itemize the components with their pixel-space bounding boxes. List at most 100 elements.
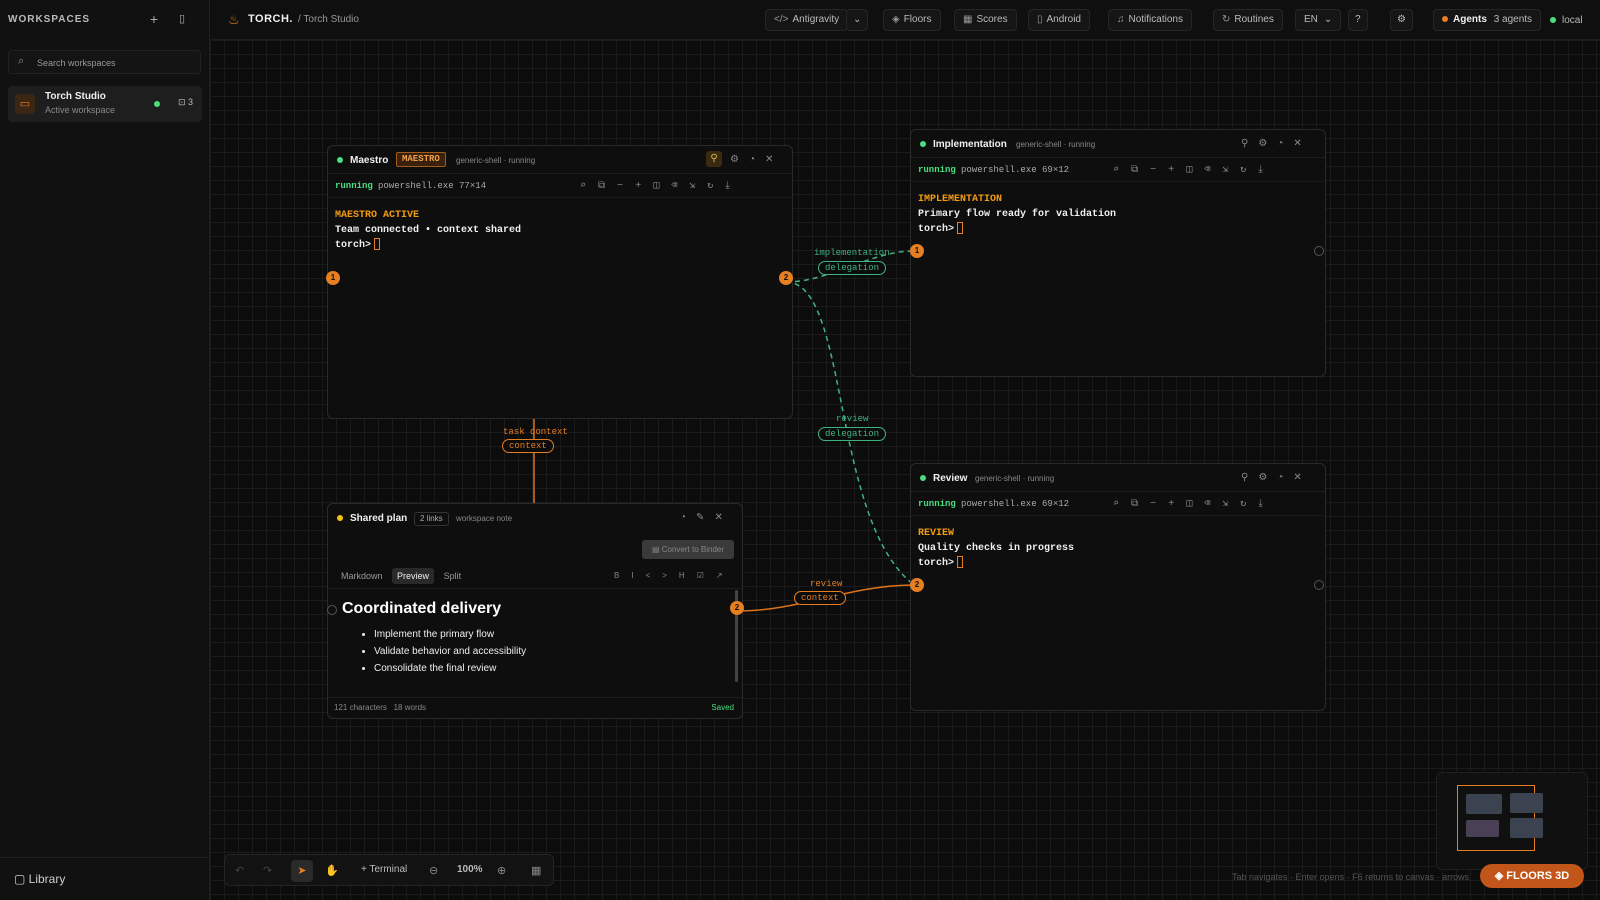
implementation-terminal-panel[interactable]: Implementation generic-shell · running ⚲… [910, 129, 1326, 377]
notifications-button[interactable]: ♫ Notifications [1108, 9, 1192, 31]
scores-button[interactable]: ▦ Scores [954, 9, 1017, 31]
help-button[interactable]: ? [1348, 9, 1368, 31]
review-terminal-panel[interactable]: Review generic-shell · running ⚲⚙◔✕ runn… [910, 463, 1326, 711]
copy-icon[interactable]: ⧉ [1131, 499, 1150, 510]
zoom-out-icon[interactable]: ⊖ [429, 864, 438, 877]
select-tool-icon[interactable]: ➤ [291, 860, 313, 882]
antigravity-dropdown-button[interactable]: ⌄ [846, 9, 869, 31]
link-button[interactable]: ↗ [716, 571, 735, 580]
link-pill-context[interactable]: context [502, 439, 554, 453]
split-icon[interactable]: ◫ [653, 181, 671, 192]
download-icon[interactable]: ⤓ [1258, 499, 1274, 510]
settings-button[interactable]: ⚙ [1390, 9, 1413, 31]
grid-icon[interactable]: ▦ [531, 864, 541, 877]
routines-button[interactable]: ↻ Routines [1213, 9, 1283, 31]
new-terminal-button[interactable]: + Terminal [361, 864, 407, 875]
workspace-search-input[interactable]: ⌕ Search workspaces [8, 50, 201, 74]
note-input-port[interactable] [327, 605, 337, 615]
panel-header[interactable]: Implementation generic-shell · running ⚲… [911, 130, 1325, 158]
pin-icon[interactable]: ⚲ [1241, 138, 1258, 149]
terminal-output[interactable]: MAESTRO ACTIVE Team connected • context … [335, 208, 521, 253]
undo-icon[interactable]: ↶ [235, 864, 244, 877]
palette-icon[interactable]: ◔ [1277, 138, 1293, 149]
zoom-in-icon[interactable]: + [635, 181, 653, 192]
maestro-port-2[interactable]: 2 [779, 271, 793, 285]
tab-split[interactable]: Split [439, 568, 467, 584]
android-button[interactable]: ▯ Android [1028, 9, 1090, 31]
zoom-out-icon[interactable]: − [617, 181, 635, 192]
convert-to-binder-button[interactable]: ▤ Convert to Binder [642, 540, 734, 559]
floors-3d-button[interactable]: ◈ FLOORS 3D [1480, 864, 1584, 888]
export-icon[interactable]: ⇲ [689, 181, 707, 192]
note-port-2[interactable]: 2 [730, 601, 744, 615]
hand-tool-icon[interactable]: ✋ [325, 864, 339, 877]
implementation-port-1[interactable]: 1 [910, 244, 924, 258]
close-icon[interactable]: ✕ [765, 154, 783, 165]
add-workspace-icon[interactable]: + [146, 11, 162, 27]
tab-markdown[interactable]: Markdown [336, 568, 388, 584]
zoom-out-icon[interactable]: − [1150, 499, 1168, 510]
link-pill-delegation[interactable]: delegation [818, 427, 887, 441]
copy-icon[interactable]: ⧉ [1131, 165, 1150, 176]
zoom-in-icon[interactable]: + [1168, 499, 1186, 510]
zoom-in-icon[interactable]: + [1168, 165, 1186, 176]
download-icon[interactable]: ⤓ [725, 181, 741, 192]
maestro-port-1[interactable]: 1 [326, 271, 340, 285]
edit-icon[interactable]: ✎ [696, 512, 714, 523]
trash-icon[interactable]: ⌫ [671, 181, 689, 192]
agents-button[interactable]: Agents 3 agents [1433, 9, 1542, 31]
panel-header[interactable]: Maestro MAESTRO generic-shell · running … [328, 146, 792, 174]
language-select[interactable]: EN ⌄ [1295, 9, 1342, 31]
pin-icon[interactable]: ⚲ [706, 151, 722, 167]
palette-icon[interactable]: ◔ [1277, 472, 1293, 483]
link-pill-delegation[interactable]: delegation [818, 261, 887, 275]
review-output-port[interactable] [1314, 580, 1324, 590]
restart-icon[interactable]: ↻ [1240, 165, 1258, 176]
review-port-2[interactable]: 2 [910, 578, 924, 592]
workspace-item-torch-studio[interactable]: ▭ Torch Studio Active workspace ⊡ 3 [8, 86, 202, 122]
code-button[interactable]: <> [646, 571, 679, 580]
heading-button[interactable]: H [679, 571, 697, 580]
split-icon[interactable]: ◫ [1186, 165, 1204, 176]
search-icon[interactable]: ⌕ [1113, 499, 1131, 510]
palette-icon[interactable]: ◔ [680, 512, 696, 523]
gear-icon[interactable]: ⚙ [1258, 472, 1277, 483]
collapse-sidebar-icon[interactable]: ▯ [174, 11, 190, 27]
restart-icon[interactable]: ↻ [707, 181, 725, 192]
redo-icon[interactable]: ↷ [263, 864, 272, 877]
copy-icon[interactable]: ⧉ [598, 181, 617, 192]
close-icon[interactable]: ✕ [1293, 138, 1311, 149]
close-icon[interactable]: ✕ [714, 512, 732, 523]
split-icon[interactable]: ◫ [1186, 499, 1204, 510]
antigravity-button[interactable]: </> Antigravity [765, 9, 849, 31]
zoom-out-icon[interactable]: − [1150, 165, 1168, 176]
trash-icon[interactable]: ⌫ [1204, 499, 1222, 510]
floors-button[interactable]: ◈ Floors [883, 9, 941, 31]
export-icon[interactable]: ⇲ [1222, 165, 1240, 176]
terminal-output[interactable]: REVIEW Quality checks in progress torch> [918, 526, 1074, 571]
restart-icon[interactable]: ↻ [1240, 499, 1258, 510]
minimap[interactable] [1436, 772, 1588, 870]
search-icon[interactable]: ⌕ [580, 181, 598, 192]
implementation-output-port[interactable] [1314, 246, 1324, 256]
export-icon[interactable]: ⇲ [1222, 499, 1240, 510]
gear-icon[interactable]: ⚙ [730, 154, 749, 165]
maestro-terminal-panel[interactable]: Maestro MAESTRO generic-shell · running … [327, 145, 793, 419]
close-icon[interactable]: ✕ [1293, 472, 1311, 483]
library-link[interactable]: ▢ Library [14, 872, 65, 886]
download-icon[interactable]: ⤓ [1258, 165, 1274, 176]
terminal-output[interactable]: IMPLEMENTATION Primary flow ready for va… [918, 192, 1116, 237]
checklist-button[interactable]: ☑ [697, 571, 716, 580]
palette-icon[interactable]: ◔ [749, 154, 765, 165]
panel-header[interactable]: Shared plan 2 links workspace note ◔✎✕ [328, 504, 742, 532]
pin-icon[interactable]: ⚲ [1241, 472, 1258, 483]
shared-plan-note-panel[interactable]: Shared plan 2 links workspace note ◔✎✕ ▤… [327, 503, 743, 719]
link-pill-context[interactable]: context [794, 591, 846, 605]
search-icon[interactable]: ⌕ [1113, 165, 1131, 176]
bold-button[interactable]: B [614, 571, 631, 580]
tab-preview[interactable]: Preview [392, 568, 435, 584]
italic-button[interactable]: I [631, 571, 645, 580]
gear-icon[interactable]: ⚙ [1258, 138, 1277, 149]
zoom-level[interactable]: 100% [457, 864, 483, 875]
zoom-in-icon[interactable]: ⊕ [497, 864, 506, 877]
